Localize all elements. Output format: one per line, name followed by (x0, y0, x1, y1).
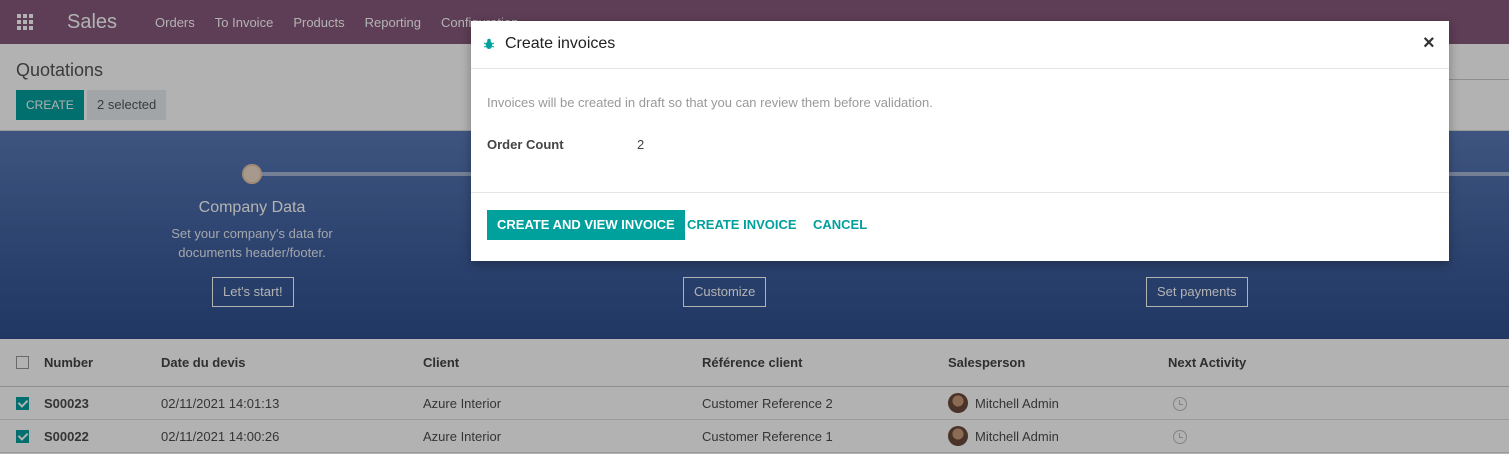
dialog-footer: CREATE AND VIEW INVOICE CREATE INVOICE C… (471, 192, 1449, 261)
order-count-value: 2 (637, 137, 645, 152)
cancel-button[interactable]: CANCEL (813, 210, 867, 240)
dialog-info-text: Invoices will be created in draft so tha… (487, 95, 933, 110)
create-invoice-button[interactable]: CREATE INVOICE (687, 210, 797, 240)
create-invoices-dialog: Create invoices × Invoices will be creat… (471, 21, 1449, 261)
dialog-header: Create invoices × (471, 21, 1449, 69)
close-icon[interactable]: × (1423, 32, 1435, 55)
dialog-title: Create invoices (505, 35, 616, 52)
order-count-label: Order Count (487, 137, 564, 152)
create-and-view-invoice-button[interactable]: CREATE AND VIEW INVOICE (487, 210, 685, 240)
bug-icon (483, 38, 495, 49)
